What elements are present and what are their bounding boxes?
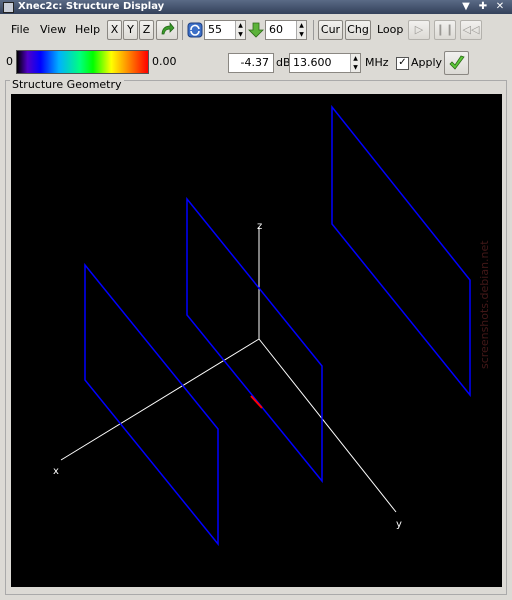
frequency-spinbox[interactable]: 13.600 ▲ ▼ [289, 53, 361, 73]
structure-loop-driven [186, 196, 323, 484]
pause-button[interactable]: ❙❙ [434, 20, 456, 40]
y-axis-label: y [396, 519, 402, 530]
watermark-text: screenshots.debian.net [478, 240, 491, 370]
gain-field[interactable]: -4.37 [228, 53, 274, 73]
toolbar-separator [313, 20, 316, 40]
frequency-value: 13.600 [293, 56, 332, 69]
toolbar: File View Help X Y Z 55 ▲ ▼ 60 ▲ ▼ Cur Chg… [0, 14, 512, 46]
toolbar-separator [182, 20, 185, 40]
apply-frequency-button[interactable] [444, 51, 469, 75]
inclination-value: 60 [269, 23, 283, 36]
structure-loop-director [331, 104, 471, 398]
play-icon: ▷ [414, 23, 424, 36]
spin-arrows-icon[interactable]: ▲ ▼ [235, 21, 245, 39]
play-button[interactable]: ▷ [408, 20, 430, 40]
spin-arrows-icon[interactable]: ▲ ▼ [350, 54, 360, 72]
apply-label[interactable]: Apply [411, 53, 442, 73]
scale-min-label: 0 [6, 55, 13, 68]
window-title: Xnec2c: Structure Display [18, 1, 165, 12]
window-menu-icon[interactable] [3, 2, 14, 13]
pause-icon: ❙❙ [435, 23, 455, 36]
menu-view[interactable]: View [40, 20, 66, 40]
inclination-spinbox[interactable]: 60 ▲ ▼ [265, 20, 307, 40]
incline-down-arrow-icon [248, 22, 264, 38]
close-icon[interactable]: ✕ [494, 1, 506, 13]
structure-drawing: z x y [53, 104, 471, 547]
charge-button[interactable]: Chg [345, 20, 371, 40]
rewind-button[interactable]: ◁◁ [460, 20, 482, 40]
apply-checkbox[interactable]: ✓ [396, 57, 409, 70]
default-view-button[interactable] [156, 20, 178, 40]
rotate-view-icon [187, 22, 203, 38]
frame-title: Structure Geometry [10, 78, 124, 91]
view-x-button[interactable]: X [107, 20, 122, 40]
view-y-button[interactable]: Y [123, 20, 138, 40]
color-scale-bar [16, 50, 149, 74]
x-axis-label: x [53, 466, 59, 477]
structure-canvas[interactable]: z x y [11, 94, 502, 587]
rotation-value: 55 [208, 23, 222, 36]
menu-help[interactable]: Help [75, 20, 100, 40]
rotate-arrow-icon [161, 22, 175, 35]
checkmark-icon [448, 55, 465, 70]
current-button[interactable]: Cur [318, 20, 343, 40]
rewind-icon: ◁◁ [462, 23, 480, 36]
z-axis-label: z [257, 221, 262, 232]
y-axis-line [258, 338, 397, 513]
rotation-spinbox[interactable]: 55 ▲ ▼ [204, 20, 246, 40]
spin-arrows-icon[interactable]: ▲ ▼ [296, 21, 306, 39]
minimize-icon[interactable]: ▼ [460, 1, 472, 13]
excitation-segment [250, 395, 263, 409]
view-z-button[interactable]: Z [139, 20, 154, 40]
loop-label: Loop [377, 23, 404, 36]
frequency-unit-label: MHz [365, 56, 389, 69]
window-titlebar: Xnec2c: Structure Display ▼ ✚ ✕ [0, 0, 512, 14]
maximize-icon[interactable]: ✚ [477, 1, 489, 13]
menu-file[interactable]: File [11, 20, 29, 40]
scale-max-label: 0.00 [152, 55, 177, 68]
